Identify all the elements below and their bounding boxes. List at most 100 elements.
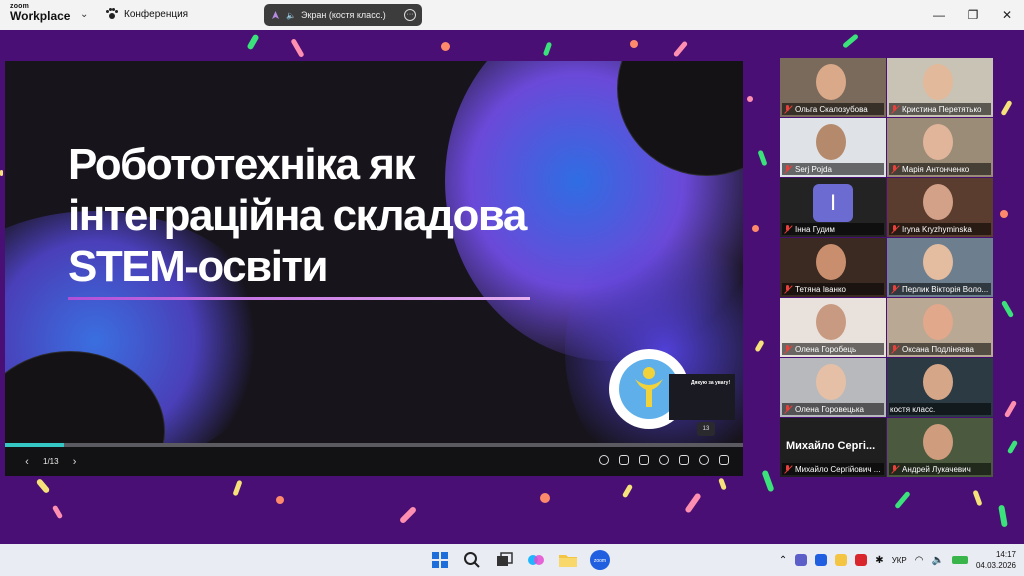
participant-name: Марія Антонченко — [902, 164, 970, 174]
participant-face — [923, 364, 953, 400]
participant-tile[interactable]: Олена Горовецька — [780, 358, 886, 417]
conference-menu[interactable]: Конференция — [106, 8, 188, 20]
video-gallery: Ольга Скалозубова Кристина Перетятько Serj… — [780, 58, 994, 478]
participant-name-label: Ольга Скалозубова — [782, 103, 884, 115]
zoom-logo: zoom Workplace — [10, 3, 90, 22]
participant-face — [816, 364, 846, 400]
participant-name-label: костя класс. — [889, 403, 991, 415]
participant-face — [923, 304, 953, 340]
participant-name-label: Перлик Вікторія Воло... — [889, 283, 991, 295]
slide-title-line: інтеграційна складова — [68, 191, 527, 240]
participant-face — [923, 424, 953, 460]
title-bar: zoom Workplace ⌄ Конференция 🔈 Экран (ко… — [0, 0, 1024, 30]
participant-name: Тетяна Іванко — [795, 284, 846, 294]
mic-muted-icon — [783, 464, 792, 474]
close-icon[interactable]: ✕ — [990, 0, 1024, 30]
slide-title-line: STEM-освіти — [68, 242, 329, 291]
next-slide-icon[interactable]: › — [65, 456, 85, 468]
mic-muted-icon — [890, 164, 899, 174]
mic-muted-icon — [890, 344, 899, 354]
exit-fullscreen-icon[interactable] — [719, 455, 729, 465]
participant-tile[interactable]: І Інна Гудим — [780, 178, 886, 237]
copilot-icon[interactable] — [524, 548, 548, 572]
volume-icon[interactable]: 🔈 — [932, 555, 944, 566]
zoom-app-icon[interactable]: zoom — [588, 548, 612, 572]
app-tray-icon[interactable] — [835, 554, 848, 566]
participant-face — [816, 304, 846, 340]
bluetooth-icon[interactable]: ✱ — [875, 555, 883, 566]
clock[interactable]: 14:17 04.03.2026 — [976, 549, 1016, 571]
participant-tile[interactable]: костя класс. — [887, 358, 993, 417]
antivirus-icon[interactable] — [855, 554, 868, 566]
screen-share-pill[interactable]: 🔈 Экран (костя класс.) ··· — [264, 4, 422, 26]
participant-tile[interactable]: Оксана Подліняєва — [887, 298, 993, 357]
more-options-icon[interactable] — [699, 455, 709, 465]
share-avatar-icon — [270, 10, 281, 21]
chevron-up-icon[interactable]: ⌃ — [779, 555, 787, 566]
participant-name: костя класс. — [890, 404, 936, 414]
participant-name-label: Інна Гудим — [782, 223, 884, 235]
participant-tile[interactable]: Андрей Лукачевич — [887, 418, 993, 477]
taskbar-apps: zoom — [428, 548, 612, 572]
slide-title-line: Робототехніка як — [68, 140, 415, 189]
chevron-down-icon[interactable]: ⌄ — [80, 9, 88, 20]
participant-name: Інна Гудим — [795, 224, 835, 234]
minimize-icon[interactable]: — — [922, 0, 956, 30]
participant-tile[interactable]: Перлик Вікторія Воло... — [887, 238, 993, 297]
mic-muted-icon — [783, 344, 792, 354]
participant-face — [923, 124, 953, 160]
participant-tile[interactable]: Тетяна Іванко — [780, 238, 886, 297]
participant-name-label: Олена Горовецька — [782, 403, 884, 415]
teams-icon[interactable] — [795, 554, 808, 566]
paw-icon — [106, 8, 118, 20]
page-number-badge: 13 — [697, 422, 715, 436]
windows-start-icon[interactable] — [428, 548, 452, 572]
search-icon[interactable] — [460, 548, 484, 572]
windows-taskbar: zoom ⌃ ✱ УКР ◠ 🔈 14:17 04.03.2026 — [0, 544, 1024, 576]
participant-name-label: Serj Pojda — [782, 163, 884, 175]
subtitles-icon[interactable] — [639, 455, 649, 465]
mic-muted-icon — [783, 404, 792, 414]
mic-muted-icon — [783, 164, 792, 174]
broadcast-icon[interactable] — [659, 455, 669, 465]
participant-name: Михайло Сергійович ... — [795, 464, 881, 474]
switch-display-icon[interactable] — [679, 455, 689, 465]
battery-icon[interactable] — [951, 556, 968, 564]
participant-name: Кристина Перетятько — [902, 104, 982, 114]
mic-muted-icon — [783, 104, 792, 114]
clock-time: 14:17 — [995, 550, 1016, 559]
pen-icon[interactable] — [619, 455, 629, 465]
participant-face — [923, 64, 953, 100]
file-explorer-icon[interactable] — [556, 548, 580, 572]
previous-slide-icon[interactable]: ‹ — [17, 456, 37, 468]
task-view-icon[interactable] — [492, 548, 516, 572]
restore-icon[interactable]: ❐ — [956, 0, 990, 30]
language-indicator[interactable]: УКР — [892, 556, 907, 565]
zoom-in-icon[interactable] — [599, 455, 609, 465]
participant-face — [816, 64, 846, 100]
zoom-tray-icon[interactable] — [815, 554, 828, 566]
participant-tile[interactable]: Олена Горобець — [780, 298, 886, 357]
participant-avatar: І — [813, 184, 853, 222]
participant-face — [816, 244, 846, 280]
wifi-icon[interactable]: ◠ — [915, 555, 924, 566]
participant-tile[interactable]: Serj Pojda — [780, 118, 886, 177]
mic-muted-icon — [890, 284, 899, 294]
slide-controls: ‹ 1/13 › — [5, 447, 743, 476]
participant-tile[interactable]: Iryna Kryzhyminska — [887, 178, 993, 237]
participant-name: Iryna Kryzhyminska — [902, 224, 972, 234]
participant-tile[interactable]: Михайло Сергі... Михайло Сергійович ... — [780, 418, 886, 477]
mic-muted-icon — [783, 224, 792, 234]
shared-screen-slide[interactable]: Робототехніка як інтеграційна складова S… — [5, 61, 743, 476]
participant-tile[interactable]: Марія Антонченко — [887, 118, 993, 177]
participant-tile[interactable]: Кристина Перетятько — [887, 58, 993, 117]
participant-name-label: Iryna Kryzhyminska — [889, 223, 991, 235]
share-label: Экран (костя класс.) — [300, 10, 386, 20]
participant-face — [923, 244, 953, 280]
participant-name-label: Марія Антонченко — [889, 163, 991, 175]
more-options-icon[interactable]: ··· — [404, 9, 416, 21]
participant-name-label: Тетяна Іванко — [782, 283, 884, 295]
participant-tile[interactable]: Ольга Скалозубова — [780, 58, 886, 117]
mic-muted-icon — [890, 224, 899, 234]
participant-name-label: Оксана Подліняєва — [889, 343, 991, 355]
